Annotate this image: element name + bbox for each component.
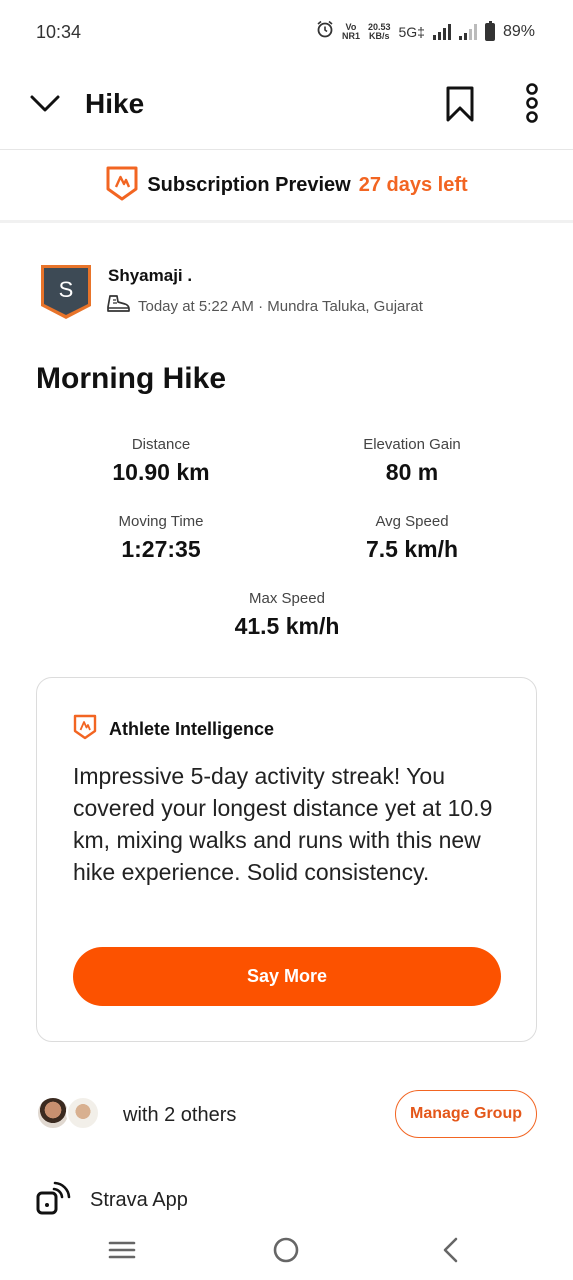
phone-signal-icon	[36, 1181, 72, 1220]
stat-value: 7.5 km/h	[365, 536, 459, 562]
stat-value: 1:27:35	[121, 536, 201, 562]
avatar[interactable]	[36, 1096, 70, 1130]
signal-icon-2	[458, 23, 477, 40]
activity-title: Morning Hike	[36, 362, 227, 395]
collapse-chevron-icon[interactable]	[28, 86, 62, 120]
stat-moving-time: Moving Time 1:27:35	[71, 513, 251, 563]
avatar[interactable]: S	[40, 264, 92, 320]
manage-group-button[interactable]: Manage Group	[395, 1090, 537, 1138]
subscription-label: Subscription Preview	[147, 174, 351, 196]
more-options-icon[interactable]	[520, 82, 544, 124]
signal-icon-1	[432, 23, 451, 40]
stat-label: Moving Time	[118, 513, 204, 530]
app-header: Hike	[0, 64, 573, 150]
system-nav-bar	[0, 1222, 573, 1280]
athlete-info[interactable]: S Shyamaji . Today at 5:22 AM · Mundra T…	[40, 264, 540, 324]
activity-time-location: Today at 5:22 AM · Mundra Taluka, Gujara…	[138, 297, 423, 315]
ai-card-title: Athlete Intelligence	[109, 719, 275, 739]
stat-label: Avg Speed	[375, 513, 449, 530]
volte-indicator: Vo NR1	[341, 21, 360, 41]
ai-summary-text: Impressive 5-day activity streak! You co…	[73, 763, 493, 885]
device-row: Strava App	[36, 1180, 188, 1220]
athlete-intelligence-card: Athlete Intelligence Impressive 5-day ac…	[36, 677, 537, 1042]
home-icon[interactable]	[270, 1234, 302, 1266]
subscription-banner[interactable]: Subscription Preview 27 days left	[0, 151, 573, 223]
stat-label: Max Speed	[249, 590, 325, 607]
status-icons: Vo NR1 20.53 KB/s 5G‡ 89%	[316, 20, 535, 43]
network-type: 5G‡	[398, 23, 425, 40]
back-icon[interactable]	[436, 1234, 468, 1266]
recent-apps-icon[interactable]	[106, 1234, 138, 1266]
network-speed: 20.53 KB/s	[367, 21, 391, 41]
bookmark-icon[interactable]	[444, 86, 476, 122]
stat-max-speed: Max Speed 41.5 km/h	[197, 590, 377, 640]
hiking-boot-icon	[106, 294, 130, 318]
stat-label: Elevation Gain	[363, 436, 461, 453]
athlete-name[interactable]: Shyamaji .	[108, 266, 192, 286]
strava-shield-icon	[105, 165, 139, 206]
alarm-icon	[316, 20, 334, 43]
battery-level: 89%	[502, 22, 535, 40]
page-title: Hike	[85, 88, 145, 119]
group-members-text[interactable]: with 2 others	[123, 1104, 236, 1127]
stat-distance: Distance 10.90 km	[71, 436, 251, 486]
stat-value: 10.90 km	[112, 459, 210, 485]
status-time: 10:34	[36, 22, 82, 42]
avatar-letter: S	[58, 277, 74, 302]
stat-avg-speed: Avg Speed 7.5 km/h	[322, 513, 502, 563]
ai-card-header: Athlete Intelligence	[73, 714, 274, 745]
activity-meta: Today at 5:22 AM · Mundra Taluka, Gujara…	[106, 294, 423, 318]
say-more-button[interactable]: Say More	[73, 947, 501, 1006]
group-row: with 2 others Manage Group	[36, 1088, 537, 1144]
device-name: Strava App	[90, 1188, 188, 1211]
subscription-days-left: 27 days left	[358, 174, 468, 196]
battery-icon	[484, 20, 495, 41]
stat-value: 80 m	[385, 459, 439, 485]
status-bar: 10:34 Vo NR1 20.53 KB/s 5G‡ 89%	[0, 0, 573, 64]
stat-label: Distance	[131, 436, 191, 453]
avatar[interactable]	[66, 1096, 100, 1130]
strava-shield-icon	[73, 714, 97, 745]
stat-elevation-gain: Elevation Gain 80 m	[322, 436, 502, 486]
stat-value: 41.5 km/h	[234, 613, 340, 639]
